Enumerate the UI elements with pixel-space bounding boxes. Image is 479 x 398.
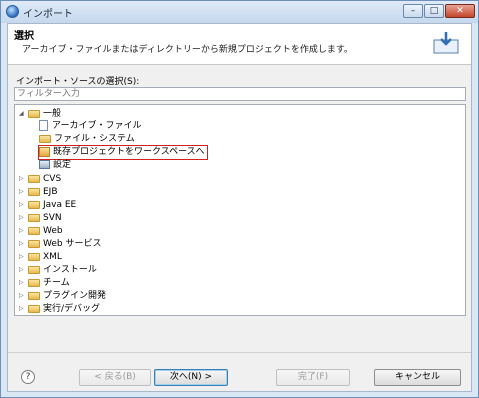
collapsed-arrow-icon[interactable]: ▷ <box>19 185 28 198</box>
back-button[interactable]: < 戻る(B) <box>79 369 151 386</box>
import-dialog: インポート – □ ✕ 選択 アーカイブ・ファイルまたはディレクトリーから新規プ… <box>0 0 479 398</box>
cancel-button[interactable]: キャンセル <box>374 369 461 386</box>
eclipse-icon <box>6 5 19 18</box>
folder-icon <box>28 291 40 300</box>
folder-icon <box>28 213 40 222</box>
tree-item-label: 一般 <box>43 109 62 119</box>
tree-item-install[interactable]: ▷ インストール <box>19 263 97 276</box>
page-title: 選択 <box>14 31 34 42</box>
import-wizard-icon <box>433 32 459 54</box>
maximize-button[interactable]: □ <box>424 4 444 18</box>
settings-icon <box>39 160 50 169</box>
tree-item-team[interactable]: ▷ チーム <box>19 276 70 289</box>
tree-item-xml[interactable]: ▷ XML <box>19 250 62 263</box>
folder-icon <box>28 304 40 313</box>
tree-item-web-services[interactable]: ▷ Web サービス <box>19 237 101 250</box>
window-title: インポート <box>23 9 73 20</box>
tree-item-java-ee[interactable]: ▷ Java EE <box>19 198 76 211</box>
tree-item-preferences[interactable]: 設定 <box>39 159 71 172</box>
page-description: アーカイブ・ファイルまたはディレクトリーから新規プロジェクトを作成します。 <box>22 45 353 55</box>
tree-item-label: CVS <box>43 174 62 184</box>
tree-item-archive-file[interactable]: アーカイブ・ファイル <box>39 120 141 133</box>
folder-icon <box>39 134 51 143</box>
tree-item-label: 実行/デバッグ <box>43 304 101 314</box>
collapsed-arrow-icon[interactable]: ▷ <box>19 276 28 289</box>
folder-icon <box>28 252 40 261</box>
tree-item-cvs[interactable]: ▷ CVS <box>19 172 61 185</box>
minimize-button[interactable]: – <box>403 4 423 18</box>
project-icon <box>39 146 50 157</box>
tree-item-label: アーカイブ・ファイル <box>52 121 142 131</box>
dialog-body: 選択 アーカイブ・ファイルまたはディレクトリーから新規プロジェクトを作成します。… <box>7 23 472 392</box>
close-button[interactable]: ✕ <box>445 4 475 18</box>
tree-item-label: 設定 <box>53 160 72 170</box>
tree-item-label: XML <box>43 252 62 262</box>
tree-item-svn[interactable]: ▷ SVN <box>19 211 62 224</box>
folder-icon <box>28 200 40 209</box>
collapsed-arrow-icon[interactable]: ▷ <box>19 263 28 276</box>
filter-input[interactable] <box>14 87 466 101</box>
collapsed-arrow-icon[interactable]: ▷ <box>19 302 28 315</box>
tree-item-plugin-development[interactable]: ▷ プラグイン開発 <box>19 289 106 302</box>
finish-button[interactable]: 完了(F) <box>276 369 350 386</box>
tree-item-general[interactable]: ◢ 一般 <box>19 107 61 120</box>
wizard-header: 選択 アーカイブ・ファイルまたはディレクトリーから新規プロジェクトを作成します。 <box>8 24 471 65</box>
folder-icon <box>28 187 40 196</box>
tree-item-label: EJB <box>43 187 58 197</box>
folder-icon <box>28 239 40 248</box>
folder-icon <box>28 226 40 235</box>
tree-item-existing-projects[interactable]: 既存プロジェクトをワークスペースへ <box>38 145 208 160</box>
tree-item-ejb[interactable]: ▷ EJB <box>19 185 58 198</box>
archive-file-icon <box>39 120 48 131</box>
import-source-tree[interactable]: ◢ 一般 アーカイブ・ファイル ファイル・システム 既存プロジェクトをワークスペー… <box>14 104 466 316</box>
tree-item-label: Java EE <box>43 200 77 210</box>
folder-icon <box>28 278 40 287</box>
tree-item-label: チーム <box>43 278 70 288</box>
next-button[interactable]: 次へ(N) > <box>154 369 228 386</box>
tree-item-label: ファイル・システム <box>54 134 135 144</box>
tree-item-label: プラグイン開発 <box>43 291 107 301</box>
expanded-arrow-icon[interactable]: ◢ <box>19 107 28 120</box>
collapsed-arrow-icon[interactable]: ▷ <box>19 289 28 302</box>
folder-icon <box>28 265 40 274</box>
tree-item-run-debug[interactable]: ▷ 実行/デバッグ <box>19 302 100 315</box>
title-bar[interactable]: インポート – □ ✕ <box>1 1 478 23</box>
tree-item-label: Web <box>43 226 63 236</box>
collapsed-arrow-icon[interactable]: ▷ <box>19 224 28 237</box>
source-label: インポート・ソースの選択(S): <box>16 77 140 87</box>
folder-icon <box>28 174 40 183</box>
help-button[interactable]: ? <box>21 370 35 384</box>
tree-item-file-system[interactable]: ファイル・システム <box>39 133 135 146</box>
collapsed-arrow-icon[interactable]: ▷ <box>19 198 28 211</box>
collapsed-arrow-icon[interactable]: ▷ <box>19 250 28 263</box>
collapsed-arrow-icon[interactable]: ▷ <box>19 172 28 185</box>
folder-open-icon <box>28 109 40 118</box>
footer-divider <box>8 352 471 353</box>
tree-item-web[interactable]: ▷ Web <box>19 224 63 237</box>
collapsed-arrow-icon[interactable]: ▷ <box>19 211 28 224</box>
tree-item-label: 既存プロジェクトをワークスペースへ <box>53 147 205 157</box>
tree-item-label: インストール <box>43 265 97 275</box>
tree-item-label: SVN <box>43 213 62 223</box>
tree-item-label: Web サービス <box>43 239 102 249</box>
collapsed-arrow-icon[interactable]: ▷ <box>19 237 28 250</box>
